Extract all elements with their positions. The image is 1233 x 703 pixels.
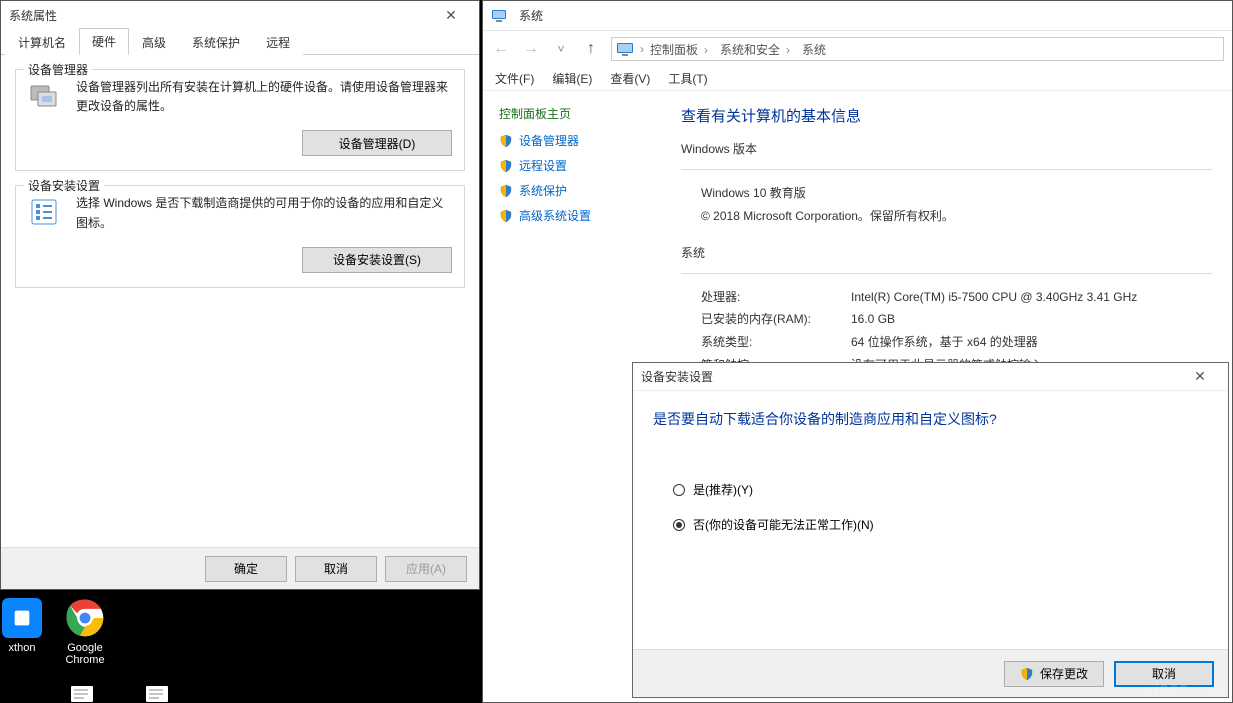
nav-bar: ← → ˅ ↑ › 控制面板 系统和安全 系统 — [483, 31, 1232, 67]
tab-hardware[interactable]: 硬件 — [79, 28, 129, 55]
window-title: 系统 — [519, 7, 543, 24]
side-link-protection[interactable]: 系统保护 — [499, 182, 681, 199]
back-button[interactable]: ← — [491, 40, 511, 58]
sys-row: 已安装的内存(RAM):16.0 GB — [701, 308, 1212, 331]
shield-icon — [499, 184, 513, 198]
sys-row: 处理器:Intel(R) Core(TM) i5-7500 CPU @ 3.40… — [701, 286, 1212, 309]
menu-bar: 文件(F) 编辑(E) 查看(V) 工具(T) — [483, 67, 1232, 91]
tab-remote[interactable]: 远程 — [253, 29, 303, 55]
kv-val: Intel(R) Core(TM) i5-7500 CPU @ 3.40GHz … — [851, 286, 1137, 309]
close-icon[interactable]: ✕ — [1180, 368, 1220, 385]
link-label: 远程设置 — [519, 157, 567, 174]
titlebar: 系统属性 ✕ — [1, 1, 479, 29]
forward-button[interactable]: → — [521, 40, 541, 58]
link-label: 设备管理器 — [519, 132, 579, 149]
system-properties-dialog: 系统属性 ✕ 计算机名 硬件 高级 系统保护 远程 设备管理器 设备管理器列出所… — [0, 0, 480, 590]
kv-val: 64 位操作系统，基于 x64 的处理器 — [851, 331, 1038, 354]
chrome-icon — [65, 598, 105, 638]
device-install-settings-button[interactable]: 设备安装设置(S) — [302, 247, 452, 273]
button-label: 保存更改 — [1040, 665, 1088, 682]
monitor-icon — [616, 42, 634, 56]
radio-icon — [673, 519, 685, 531]
winver-edition: Windows 10 教育版 — [701, 182, 1212, 205]
menu-edit[interactable]: 编辑(E) — [552, 70, 592, 87]
device-install-group: 设备安装设置 选择 Windows 是否下载制造商提供的可用于你的设备的应用和自… — [15, 185, 465, 287]
file-icon[interactable] — [70, 685, 94, 703]
shield-icon — [1020, 667, 1034, 681]
ok-button[interactable]: 确定 — [205, 556, 287, 582]
option-label: 否(你的设备可能无法正常工作)(N) — [693, 516, 874, 533]
tab-system-protection[interactable]: 系统保护 — [179, 29, 253, 55]
sys-row: 系统类型:64 位操作系统，基于 x64 的处理器 — [701, 331, 1212, 354]
option-no[interactable]: 否(你的设备可能无法正常工作)(N) — [673, 516, 1188, 533]
side-head[interactable]: 控制面板主页 — [499, 105, 681, 122]
crumb[interactable]: 系统 — [802, 41, 838, 58]
link-label: 高级系统设置 — [519, 207, 591, 224]
apply-button: 应用(A) — [385, 556, 467, 582]
kv-key: 已安装的内存(RAM): — [701, 308, 851, 331]
menu-tools[interactable]: 工具(T) — [668, 70, 707, 87]
desktop-icon-label: Google Chrome — [55, 642, 115, 666]
system-icon — [491, 8, 507, 24]
cancel-button[interactable]: 取消 — [295, 556, 377, 582]
divider — [681, 169, 1212, 170]
desktop-icon-chrome[interactable]: Google Chrome — [55, 598, 115, 666]
up-button[interactable]: ↑ — [581, 40, 601, 58]
kv-key: 系统类型: — [701, 331, 851, 354]
titlebar: 系统 — [483, 1, 1232, 31]
device-manager-group: 设备管理器 设备管理器列出所有安装在计算机上的硬件设备。请使用设备管理器来更改设… — [15, 69, 465, 171]
desktop-icon-app[interactable]: xthon — [0, 598, 52, 654]
save-button[interactable]: 保存更改 — [1004, 661, 1104, 687]
device-install-dialog: 设备安装设置 ✕ 是否要自动下载适合你设备的制造商应用和自定义图标? 是(推荐)… — [632, 362, 1229, 698]
shield-icon — [499, 134, 513, 148]
device-manager-button[interactable]: 设备管理器(D) — [302, 130, 452, 156]
address-bar[interactable]: › 控制面板 系统和安全 系统 — [611, 37, 1224, 61]
kv-val: 16.0 GB — [851, 308, 895, 331]
radio-group: 是(推荐)(Y) 否(你的设备可能无法正常工作)(N) — [633, 439, 1228, 575]
shield-icon — [499, 209, 513, 223]
tab-computer-name[interactable]: 计算机名 — [5, 29, 79, 55]
shield-icon — [499, 159, 513, 173]
group-desc: 选择 Windows 是否下载制造商提供的可用于你的设备的应用和自定义图标。 — [76, 194, 452, 232]
radio-icon — [673, 484, 685, 496]
install-settings-icon — [28, 196, 60, 228]
dialog-buttons: 保存更改 取消 — [633, 649, 1228, 697]
side-link-remote[interactable]: 远程设置 — [499, 157, 681, 174]
divider — [681, 273, 1212, 274]
group-legend: 设备安装设置 — [24, 177, 104, 194]
winver-copyright: © 2018 Microsoft Corporation。保留所有权利。 — [701, 205, 1212, 228]
titlebar: 设备安装设置 ✕ — [633, 363, 1228, 391]
page-heading: 查看有关计算机的基本信息 — [681, 105, 1212, 126]
section-system: 系统 — [681, 244, 1212, 261]
tab-strip: 计算机名 硬件 高级 系统保护 远程 — [1, 29, 479, 55]
option-label: 是(推荐)(Y) — [693, 481, 753, 498]
app-icon — [2, 598, 42, 638]
file-icon[interactable] — [145, 685, 169, 703]
close-icon[interactable]: ✕ — [431, 7, 471, 24]
window-title: 设备安装设置 — [641, 368, 713, 385]
device-manager-icon — [28, 80, 60, 112]
window-title: 系统属性 — [9, 7, 57, 24]
crumb[interactable]: 系统和安全 — [720, 41, 796, 58]
dialog-question: 是否要自动下载适合你设备的制造商应用和自定义图标? — [633, 391, 1228, 439]
group-desc: 设备管理器列出所有安装在计算机上的硬件设备。请使用设备管理器来更改设备的属性。 — [76, 78, 452, 116]
option-yes[interactable]: 是(推荐)(Y) — [673, 481, 1188, 498]
side-link-advanced[interactable]: 高级系统设置 — [499, 207, 681, 224]
crumb[interactable]: 控制面板 — [650, 41, 714, 58]
side-link-device-manager[interactable]: 设备管理器 — [499, 132, 681, 149]
dialog-buttons: 确定 取消 应用(A) — [1, 547, 479, 589]
recent-dropdown[interactable]: ˅ — [551, 42, 571, 56]
menu-view[interactable]: 查看(V) — [610, 70, 650, 87]
section-winver: Windows 版本 — [681, 140, 1212, 157]
kv-key: 处理器: — [701, 286, 851, 309]
group-legend: 设备管理器 — [24, 61, 92, 78]
menu-file[interactable]: 文件(F) — [495, 70, 534, 87]
link-label: 系统保护 — [519, 182, 567, 199]
tab-advanced[interactable]: 高级 — [129, 29, 179, 55]
desktop-icon-label: xthon — [0, 642, 52, 654]
watermark: ni329.com — [1144, 683, 1227, 701]
